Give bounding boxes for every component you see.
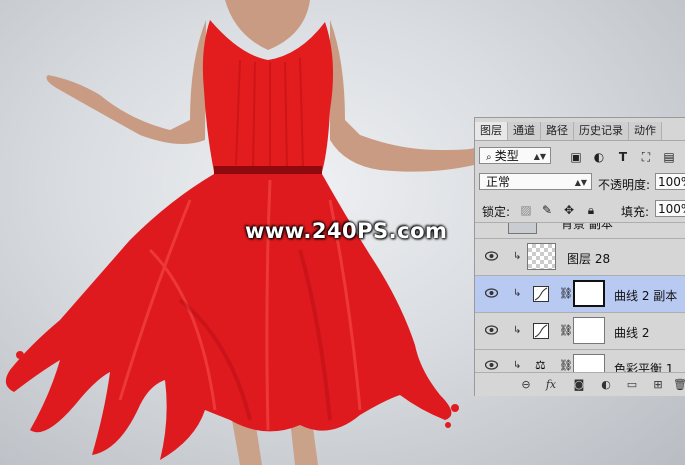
lock-position-icon[interactable]: ✥ xyxy=(561,202,577,218)
visibility-eye-icon[interactable] xyxy=(485,288,498,298)
filter-kind-label: 类型 xyxy=(494,149,519,163)
visibility-eye-icon[interactable] xyxy=(485,325,498,335)
layer-row-color-balance-1[interactable]: ↳ ⚖ ⛓ 色彩平衡 1 xyxy=(475,349,685,373)
type-filter-icon[interactable]: T xyxy=(615,149,631,165)
blend-mode-select[interactable]: 正常 ▲▼ xyxy=(479,173,592,190)
color-balance-icon: ⚖ xyxy=(535,358,546,372)
blend-row: 正常 ▲▼ 不透明度: 100% xyxy=(475,170,685,194)
fill-field[interactable]: 100% xyxy=(655,200,685,217)
layer-row-curves-2[interactable]: ↳ ⛓ 曲线 2 xyxy=(475,312,685,350)
filter-kind-select[interactable]: ⌕ 类型 ▲▼ xyxy=(479,147,551,164)
fill-value: 100% xyxy=(658,202,685,216)
chain-link-icon[interactable]: ⛓ xyxy=(559,359,573,372)
layer-name: 曲线 2 xyxy=(614,326,650,340)
layer-name: 背景 副本 xyxy=(561,222,613,231)
layer-row-background-copy[interactable]: 背景 副本 xyxy=(475,222,685,239)
tab-actions[interactable]: 动作 xyxy=(629,122,662,140)
layer-thumbnail xyxy=(508,223,537,234)
layer-mask-thumbnail xyxy=(573,317,605,344)
panel-tabs: 图层 通道 路径 历史记录 动作 xyxy=(475,122,685,141)
layers-panel: 图层 通道 路径 历史记录 动作 ⌕ 类型 ▲▼ ▣ ◐ T ⛶ ▤ 正常 ▲▼ 不… xyxy=(474,117,685,396)
mask-icon[interactable]: ◙ xyxy=(572,378,586,392)
tab-paths[interactable]: 路径 xyxy=(541,122,574,140)
link-icon[interactable]: ⊖ xyxy=(519,378,533,392)
adjustment-filter-icon[interactable]: ◐ xyxy=(591,149,607,165)
lock-label: 锁定: xyxy=(482,205,511,219)
adjustment-icon[interactable]: ◐ xyxy=(599,378,613,392)
blend-mode-value: 正常 xyxy=(486,175,511,189)
curves-adjustment-icon xyxy=(533,323,549,339)
watermark-text: www.240PS.com xyxy=(245,219,448,243)
layer-row-curves-2-copy[interactable]: ↳ ⛓ 曲线 2 副本 xyxy=(475,275,685,313)
lock-image-icon[interactable]: ✎ xyxy=(539,202,555,218)
tab-history[interactable]: 历史记录 xyxy=(574,122,629,140)
curves-adjustment-icon xyxy=(533,286,549,302)
opacity-field[interactable]: 100% xyxy=(655,173,685,190)
clip-arrow-icon: ↳ xyxy=(513,360,522,371)
clip-arrow-icon: ↳ xyxy=(513,288,522,299)
chevron-updown-icon: ▲▼ xyxy=(533,152,546,161)
trash-icon[interactable]: 🗑︎ xyxy=(673,378,685,392)
tab-channels[interactable]: 通道 xyxy=(508,122,541,140)
new-layer-icon[interactable]: ⊞ xyxy=(651,378,665,392)
clip-arrow-icon: ↳ xyxy=(513,325,522,336)
folder-icon[interactable]: ▭ xyxy=(625,378,639,392)
lock-all-icon[interactable]: 🔒︎ xyxy=(583,202,599,218)
fx-icon[interactable]: fx xyxy=(544,378,558,392)
layer-thumbnail xyxy=(527,243,556,270)
layer-mask-thumbnail xyxy=(573,280,605,307)
layer-mask-thumbnail xyxy=(573,354,605,373)
chevron-updown-icon: ▲▼ xyxy=(574,178,587,187)
visibility-eye-icon[interactable] xyxy=(485,360,498,370)
layer-name: 图层 28 xyxy=(567,252,611,266)
visibility-eye-icon[interactable] xyxy=(485,251,498,261)
opacity-value: 100% xyxy=(658,175,685,189)
tab-layers[interactable]: 图层 xyxy=(475,122,508,140)
shape-filter-icon[interactable]: ⛶ xyxy=(638,149,654,165)
lock-row: 锁定: ▨ ✎ ✥ 🔒︎ 填充: 100% xyxy=(475,198,685,222)
chain-link-icon[interactable]: ⛓ xyxy=(559,287,573,300)
filter-row: ⌕ 类型 ▲▼ ▣ ◐ T ⛶ ▤ xyxy=(475,144,685,168)
chain-link-icon[interactable]: ⛓ xyxy=(559,324,573,337)
layer-row-layer-28[interactable]: ↳ 图层 28 xyxy=(475,238,685,276)
opacity-label: 不透明度: xyxy=(598,178,651,192)
lock-transparent-icon[interactable]: ▨ xyxy=(518,202,534,218)
search-icon: ⌕ xyxy=(486,152,495,163)
clip-arrow-icon: ↳ xyxy=(513,251,522,262)
smartobject-filter-icon[interactable]: ▤ xyxy=(661,149,677,165)
fill-label: 填充: xyxy=(621,205,650,219)
pixel-filter-icon[interactable]: ▣ xyxy=(568,149,584,165)
layers-bottom-bar: ⊖ fx ◙ ◐ ▭ ⊞ 🗑︎ xyxy=(475,372,685,396)
layer-name: 曲线 2 副本 xyxy=(614,289,678,303)
